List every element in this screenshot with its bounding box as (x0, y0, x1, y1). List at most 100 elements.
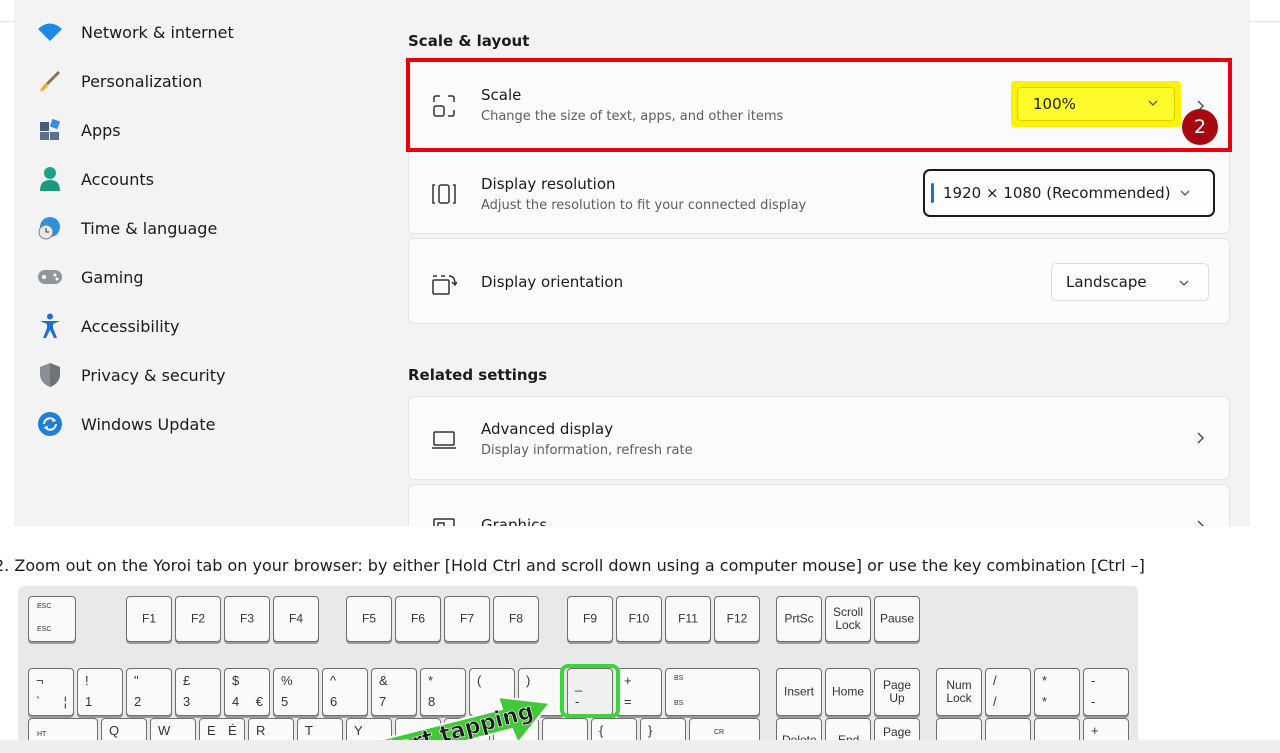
brush-icon (36, 67, 64, 95)
key-label: € (255, 694, 263, 709)
orientation-dropdown[interactable]: Landscape (1051, 263, 1209, 301)
key-label: F9 (582, 611, 597, 626)
key-f6: F6 (395, 596, 441, 642)
section-title-scale-layout: Scale & layout (408, 32, 530, 50)
key-num-slash: / / (985, 668, 1031, 716)
key-label: / (993, 673, 997, 688)
key-label: Page Up (883, 678, 912, 705)
key-label: É (228, 723, 237, 738)
key-label: PrtSc (784, 611, 814, 626)
key-f3: F3 (224, 596, 270, 642)
key-label: = (624, 694, 632, 709)
chevron-right-icon[interactable] (1193, 519, 1207, 526)
key-label: % (281, 673, 293, 688)
key-home: Home (825, 668, 871, 716)
graphics-card[interactable]: Graphics (408, 484, 1230, 526)
sidebar-item-label: Apps (81, 120, 121, 140)
sidebar-item-label: Network & internet (81, 22, 234, 42)
sidebar-item-label: Gaming (81, 267, 144, 287)
orientation-icon (429, 269, 459, 299)
instruction-label: 2. Zoom out on the Yoroi tab on your bro… (0, 556, 1145, 575)
resolution-card[interactable]: Display resolution Adjust the resolution… (408, 148, 1230, 234)
key-label: F10 (628, 611, 650, 626)
chevron-down-icon (1180, 190, 1190, 196)
key-label: Q (109, 723, 120, 738)
key-1: ! 1 (77, 668, 123, 716)
sidebar-item-label: Personalization (81, 71, 203, 91)
key-label: " (134, 673, 139, 688)
key-label: Scroll Lock (832, 605, 863, 632)
sidebar-item-privacy-security[interactable]: Privacy & security (36, 358, 366, 392)
key-label: £ (183, 673, 191, 688)
shield-icon (36, 361, 64, 389)
orientation-card[interactable]: Display orientation Landscape (408, 238, 1230, 324)
key-label: T (305, 723, 313, 738)
advanced-display-title: Advanced display (481, 420, 614, 438)
key-label: 5 (281, 694, 289, 709)
key-insert: Insert (776, 668, 822, 716)
graphics-title: Graphics (481, 516, 548, 526)
key-label: { (599, 723, 604, 738)
key-label: ESC (37, 626, 52, 633)
key-f12: F12 (714, 596, 760, 642)
key-label: F8 (508, 611, 523, 626)
key-label: F4 (288, 611, 303, 626)
key-pause: Pause (874, 596, 920, 642)
key-label: F7 (459, 611, 474, 626)
sidebar-item-time-language[interactable]: Time & language (36, 211, 366, 245)
advanced-display-card[interactable]: Advanced display Display information, re… (408, 396, 1230, 480)
key-label: ¦ (63, 694, 67, 709)
step-badge: 2 (1182, 109, 1218, 145)
person-icon (36, 165, 64, 193)
key-label: 4 (232, 694, 240, 709)
key-label: W (158, 723, 171, 738)
key-label: Num Lock (946, 678, 972, 705)
key-label: R (256, 723, 266, 738)
key-f2: F2 (175, 596, 221, 642)
key-f4: F4 (273, 596, 319, 642)
sidebar-item-network[interactable]: Network & internet (36, 15, 366, 49)
gamepad-icon (36, 263, 64, 291)
key-3: £ 3 (175, 668, 221, 716)
key-label: 6 (330, 694, 338, 709)
update-icon (36, 410, 64, 438)
key-equals: + = (616, 668, 662, 716)
apps-icon (36, 116, 64, 144)
key-label: + (624, 673, 632, 688)
key-label: F12 (726, 611, 748, 626)
sidebar-item-personalization[interactable]: Personalization (36, 64, 366, 98)
key-scroll-lock: Scroll Lock (825, 596, 871, 642)
focus-indicator (931, 183, 934, 203)
key-f7: F7 (444, 596, 490, 642)
key-label: / (993, 694, 997, 709)
instruction-text: 2. Zoom out on the Yoroi tab on your bro… (0, 556, 1280, 575)
bottom-shade (0, 740, 1280, 753)
key-label: E (207, 723, 216, 738)
sidebar-item-apps[interactable]: Apps (36, 113, 366, 147)
key-label: ! (85, 673, 89, 688)
key-f1: F1 (126, 596, 172, 642)
sidebar-item-label: Accessibility (81, 316, 180, 336)
key-label: F5 (361, 611, 376, 626)
key-label: * (1042, 694, 1048, 709)
sidebar-item-accessibility[interactable]: Accessibility (36, 309, 366, 343)
resolution-dropdown[interactable]: 1920 × 1080 (Recommended) (923, 169, 1215, 217)
sidebar-item-accounts[interactable]: Accounts (36, 162, 366, 196)
resolution-value: 1920 × 1080 (Recommended) (943, 184, 1171, 202)
key-label: Home (831, 684, 864, 699)
key-label: HT (37, 731, 47, 738)
key-prtsc: PrtSc (776, 596, 822, 642)
sidebar-item-gaming[interactable]: Gaming (36, 260, 366, 294)
scale-highlight-box (406, 58, 1232, 152)
key-label: Pause (879, 611, 915, 626)
key-label: BS (674, 700, 684, 707)
key-num-lock: Num Lock (936, 668, 982, 716)
key-label: F3 (239, 611, 254, 626)
resolution-title: Display resolution (481, 175, 616, 193)
key-label: } (648, 723, 653, 738)
chevron-right-icon[interactable] (1193, 431, 1207, 445)
sidebar-item-windows-update[interactable]: Windows Update (36, 407, 366, 441)
chevron-down-icon (1179, 280, 1189, 286)
key-label: - (1091, 673, 1096, 688)
key-label: $ (232, 673, 240, 688)
